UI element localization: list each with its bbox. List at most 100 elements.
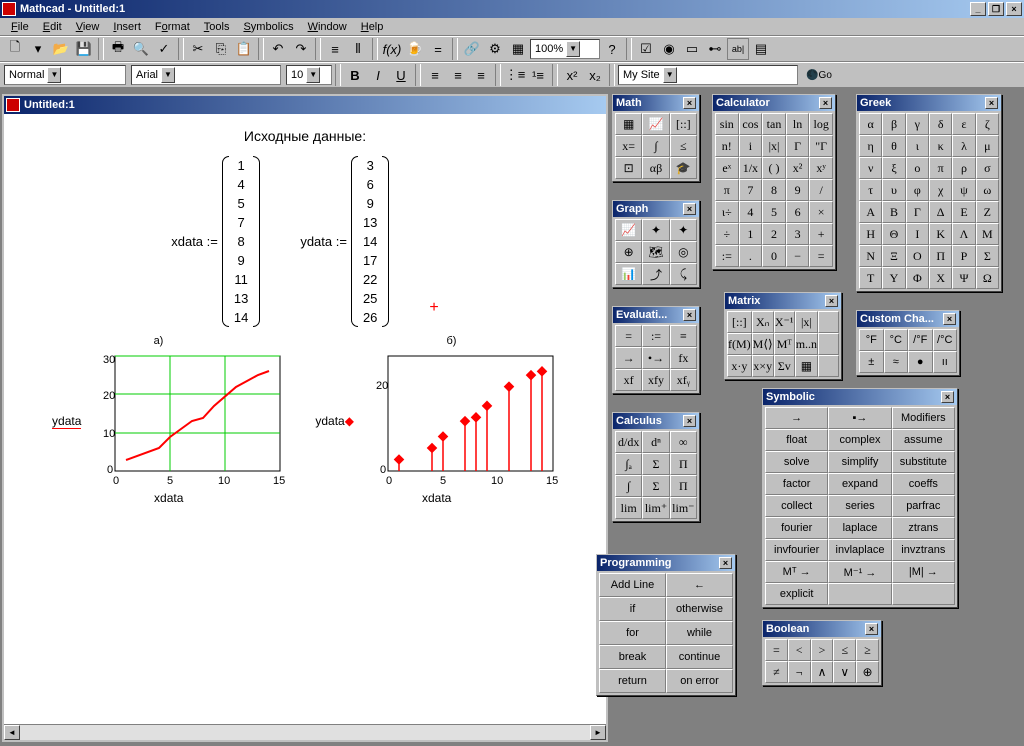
palette-item[interactable]: cos (739, 113, 763, 135)
palette-item[interactable]: |M| → (892, 561, 955, 583)
site-combo[interactable]: My Site▼ (618, 65, 798, 85)
palette-item[interactable]: 8 (762, 179, 786, 201)
palette-calculator[interactable]: Calculator× sincostanlnlogn!i|x|Γ"Γeˣ1/x… (712, 94, 836, 270)
redo-icon[interactable]: ↷ (290, 38, 312, 60)
align-left-icon[interactable]: ≡ (424, 64, 446, 86)
palette-item[interactable]: . (739, 245, 763, 267)
close-button[interactable]: × (1006, 2, 1022, 16)
palette-item[interactable]: < (788, 639, 811, 661)
palette-item[interactable]: substitute (892, 451, 955, 473)
component-icon[interactable]: ⚙ (484, 38, 506, 60)
palette-symbolic[interactable]: Symbolic× →▪→Modifiersfloatcomplexassume… (762, 388, 958, 608)
palette-item[interactable]: ztrans (892, 517, 955, 539)
button-icon[interactable]: ▭ (681, 38, 703, 60)
palette-item[interactable]: ≠ (765, 661, 788, 683)
list-icon[interactable]: ▤ (750, 38, 772, 60)
sym-icon[interactable]: 🎓 (670, 157, 697, 179)
palette-item[interactable]: Ο (906, 245, 929, 267)
calc2-icon[interactable]: ∫ (642, 135, 669, 157)
calc-icon[interactable]: = (427, 38, 449, 60)
palette-custom[interactable]: Custom Cha...× °F°C/°F/°C±≈●ıı (856, 310, 960, 376)
align-center-icon[interactable]: ≡ (447, 64, 469, 86)
sub-icon[interactable]: x₂ (584, 64, 606, 86)
palette-item[interactable]: − (786, 245, 810, 267)
palette-item[interactable]: fourier (765, 517, 828, 539)
palette-item[interactable]: xʸ (809, 157, 833, 179)
menu-edit[interactable]: Edit (36, 19, 69, 35)
palette-item[interactable]: ξ (882, 157, 905, 179)
go-button[interactable]: 🌑 Go (799, 64, 839, 86)
palette-item[interactable]: ≥ (856, 639, 879, 661)
help-icon[interactable]: ? (601, 38, 623, 60)
palette-item[interactable]: λ (952, 135, 975, 157)
underline-button[interactable]: U (390, 64, 412, 86)
link-icon[interactable]: 🔗 (461, 38, 483, 60)
palette-item[interactable]: = (765, 639, 788, 661)
palette-item[interactable]: σ (976, 157, 999, 179)
palette-item[interactable]: γ (906, 113, 929, 135)
save-icon[interactable]: 💾 (73, 38, 95, 60)
palette-item[interactable]: Π (929, 245, 952, 267)
close-icon[interactable]: × (719, 557, 732, 569)
palette-item[interactable]: Χ (929, 267, 952, 289)
new-icon[interactable]: 🗋 (4, 38, 26, 60)
palette-item[interactable]: / (809, 179, 833, 201)
palette-item[interactable]: 9 (786, 179, 810, 201)
palette-item[interactable]: /°F (908, 329, 933, 351)
italic-button[interactable]: I (367, 64, 389, 86)
palette-item[interactable]: ι (906, 135, 929, 157)
slider-icon[interactable]: ⊷ (704, 38, 726, 60)
palette-item[interactable]: η (859, 135, 882, 157)
palette-item[interactable]: + (809, 223, 833, 245)
palette-item[interactable]: ⊕ (856, 661, 879, 683)
menu-format[interactable]: Format (148, 19, 197, 35)
palette-item[interactable]: tan (762, 113, 786, 135)
palette-item[interactable]: complex (828, 429, 891, 451)
palette-item[interactable]: μ (976, 135, 999, 157)
palette-item[interactable]: θ (882, 135, 905, 157)
palette-greek[interactable]: Greek× αβγδεζηθικλμνξοπρστυφχψωΑΒΓΔΕΖΗΘΙ… (856, 94, 1002, 292)
palette-item[interactable]: parfrac (892, 495, 955, 517)
palette-item[interactable]: χ (929, 179, 952, 201)
palette-item[interactable]: × (809, 201, 833, 223)
palette-item[interactable]: series (828, 495, 891, 517)
palette-item[interactable]: ω (976, 179, 999, 201)
palette-item[interactable]: 2 (762, 223, 786, 245)
palette-item[interactable]: Κ (929, 223, 952, 245)
bullets-icon[interactable]: ⋮≡ (504, 64, 526, 86)
palette-item[interactable]: ο (906, 157, 929, 179)
palette-item[interactable]: sin (715, 113, 739, 135)
arrow-icon[interactable]: ▾ (27, 38, 49, 60)
palette-item[interactable]: ¬ (788, 661, 811, 683)
unit-icon[interactable]: 🍺 (404, 38, 426, 60)
palette-item[interactable]: °F (859, 329, 884, 351)
bool-icon[interactable]: ≤ (670, 135, 697, 157)
palette-item[interactable]: °C (884, 329, 909, 351)
palette-item[interactable]: δ (929, 113, 952, 135)
palette-item[interactable] (828, 583, 891, 605)
palette-item[interactable]: Ξ (882, 245, 905, 267)
preview-icon[interactable]: 🔍 (130, 38, 152, 60)
palette-item[interactable]: φ (906, 179, 929, 201)
palette-programming[interactable]: Programming× Add Line←ifotherwiseforwhil… (596, 554, 736, 696)
eval-icon[interactable]: x= (615, 135, 642, 157)
palette-item[interactable]: π (715, 179, 739, 201)
palette-item[interactable]: /°C (933, 329, 958, 351)
palette-item[interactable]: τ (859, 179, 882, 201)
palette-item[interactable]: ∨ (833, 661, 856, 683)
greek-icon[interactable]: αβ (642, 157, 669, 179)
palette-item[interactable]: > (811, 639, 834, 661)
matrix-icon[interactable]: [::] (670, 113, 697, 135)
palette-item[interactable]: ≈ (884, 351, 909, 373)
menu-symbolics[interactable]: Symbolics (236, 19, 300, 35)
close-icon[interactable]: × (985, 97, 998, 109)
palette-item[interactable]: coeffs (892, 473, 955, 495)
menu-help[interactable]: Help (354, 19, 391, 35)
palette-item[interactable]: ▪→ (828, 407, 891, 429)
palette-item[interactable]: Modifiers (892, 407, 955, 429)
graph-icon[interactable]: 📈 (642, 113, 669, 135)
palette-item[interactable]: M⁻¹ → (828, 561, 891, 583)
close-icon[interactable]: × (941, 391, 954, 403)
palette-item[interactable]: υ (882, 179, 905, 201)
palette-item[interactable]: ● (908, 351, 933, 373)
